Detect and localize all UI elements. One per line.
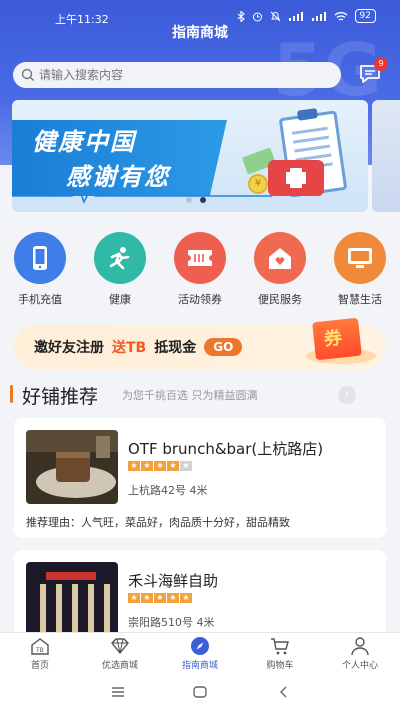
category-label: 手机充值 xyxy=(18,293,62,306)
category-coupons[interactable]: 活动领券 xyxy=(160,232,240,307)
monitor-icon xyxy=(334,232,386,284)
message-button[interactable]: 9 xyxy=(358,57,388,87)
tab-label: 个人中心 xyxy=(341,661,378,671)
home-icon: TB xyxy=(31,638,49,655)
cart-icon xyxy=(271,638,289,655)
carousel-dots xyxy=(186,197,206,203)
search-bar[interactable] xyxy=(13,62,341,88)
banner-next-preview[interactable] xyxy=(372,100,400,212)
invite-go-button[interactable]: GO xyxy=(204,338,243,356)
shop-card[interactable]: OTF brunch&bar(上杭路店) ★ ★ ★ ★ ★ 上杭路42号 4米 推荐理… xyxy=(14,418,386,538)
message-badge: 9 xyxy=(374,57,388,71)
person-icon xyxy=(351,637,369,656)
svg-text:TB: TB xyxy=(35,647,44,654)
section-header: 好铺推荐 为您千挑百选 只为精益圆满 › xyxy=(0,382,400,408)
tab-label: 优选商城 xyxy=(101,661,138,671)
coupon-card: 券 xyxy=(312,317,362,361)
tab-label: 指南商城 xyxy=(181,661,218,671)
coupon-graphic: 券 xyxy=(306,312,376,364)
coupon-text: 券 xyxy=(322,327,344,351)
signal-icon-1 xyxy=(288,11,303,21)
medical-kit-icon xyxy=(268,160,324,196)
page-title: 指南商城 xyxy=(172,25,228,41)
shop-reason: 推荐理由：人气旺，菜品好，肉品质十分好，甜品精致 xyxy=(26,516,290,529)
carousel-dot xyxy=(186,197,192,203)
search-icon xyxy=(21,68,34,81)
section-more-button[interactable]: › xyxy=(338,386,356,404)
star-empty-icon: ★ xyxy=(180,461,192,471)
star-icon: ★ xyxy=(167,461,179,471)
category-grid: 手机充值 健康 活动领券 便民服务 智慧生活 xyxy=(0,232,400,307)
home-heart-icon xyxy=(254,232,306,284)
category-phone-recharge[interactable]: 手机充值 xyxy=(0,232,80,307)
shop-name: OTF brunch&bar(上杭路店) xyxy=(128,440,324,458)
back-icon[interactable] xyxy=(276,684,292,700)
coin-icon: ¥ xyxy=(248,174,268,194)
wifi-icon xyxy=(334,11,347,21)
tab-label: 首页 xyxy=(30,661,49,671)
invite-highlight: 送TB xyxy=(112,340,147,356)
bottom-tab-bar: TB 首页 优选商城 指南商城 购物车 个人中心 xyxy=(0,632,400,672)
shop-image xyxy=(26,430,118,504)
mute-icon xyxy=(270,11,280,21)
tab-profile[interactable]: 个人中心 xyxy=(320,633,400,672)
star-icon: ★ xyxy=(154,461,166,471)
search-input[interactable] xyxy=(39,68,319,82)
invite-text: 邀好友注册 xyxy=(34,340,104,356)
shop-name: 禾斗海鲜自助 xyxy=(128,572,219,590)
bluetooth-icon xyxy=(237,10,245,22)
star-icon: ★ xyxy=(128,461,140,471)
health-icon xyxy=(94,232,146,284)
heartbeat-line xyxy=(12,184,272,204)
tab-label: 购物车 xyxy=(266,661,294,671)
tab-cart[interactable]: 购物车 xyxy=(240,633,320,672)
category-services[interactable]: 便民服务 xyxy=(240,232,320,307)
phone-icon xyxy=(14,232,66,284)
shop-rating: ★ ★ ★ ★ ★ xyxy=(128,593,192,603)
category-label: 活动领券 xyxy=(178,293,222,306)
carousel-dot-active xyxy=(200,197,206,203)
section-subtitle: 为您千挑百选 只为精益圆满 xyxy=(122,389,258,402)
battery-indicator: 92 xyxy=(354,9,376,23)
tab-home[interactable]: TB 首页 xyxy=(0,633,80,672)
section-accent-bar xyxy=(10,385,13,403)
home-square-icon[interactable] xyxy=(192,684,208,700)
category-label: 智慧生活 xyxy=(338,293,382,306)
category-smart-life[interactable]: 智慧生活 xyxy=(320,232,400,307)
category-label: 健康 xyxy=(109,293,131,306)
signal-icon-2 xyxy=(311,11,326,21)
ticket-icon xyxy=(174,232,226,284)
menu-icon[interactable] xyxy=(110,684,126,700)
star-icon: ★ xyxy=(128,593,140,603)
category-label: 便民服务 xyxy=(258,293,302,306)
category-health[interactable]: 健康 xyxy=(80,232,160,307)
star-icon: ★ xyxy=(167,593,179,603)
star-icon: ★ xyxy=(141,593,153,603)
status-icons: 92 xyxy=(237,9,376,23)
invite-reward: 抵现金 xyxy=(154,340,197,356)
diamond-icon xyxy=(111,638,129,655)
star-icon: ★ xyxy=(154,593,166,603)
tab-preferred-mall[interactable]: 优选商城 xyxy=(80,633,160,672)
shop-address: 上杭路42号 4米 xyxy=(128,484,208,497)
alarm-icon xyxy=(252,12,262,21)
shop-address: 崇阳路510号 4米 xyxy=(128,616,215,629)
banner-title-line1: 健康中国 xyxy=(32,128,136,156)
tab-guide-mall[interactable]: 指南商城 xyxy=(160,633,240,672)
star-icon: ★ xyxy=(180,593,192,603)
compass-icon xyxy=(191,637,209,655)
system-navigation-bar xyxy=(0,672,400,711)
banner-carousel[interactable]: 健康中国 感谢有您 ¥ xyxy=(12,100,368,212)
shop-rating: ★ ★ ★ ★ ★ xyxy=(128,461,192,471)
star-icon: ★ xyxy=(141,461,153,471)
section-title: 好铺推荐 xyxy=(22,386,99,408)
